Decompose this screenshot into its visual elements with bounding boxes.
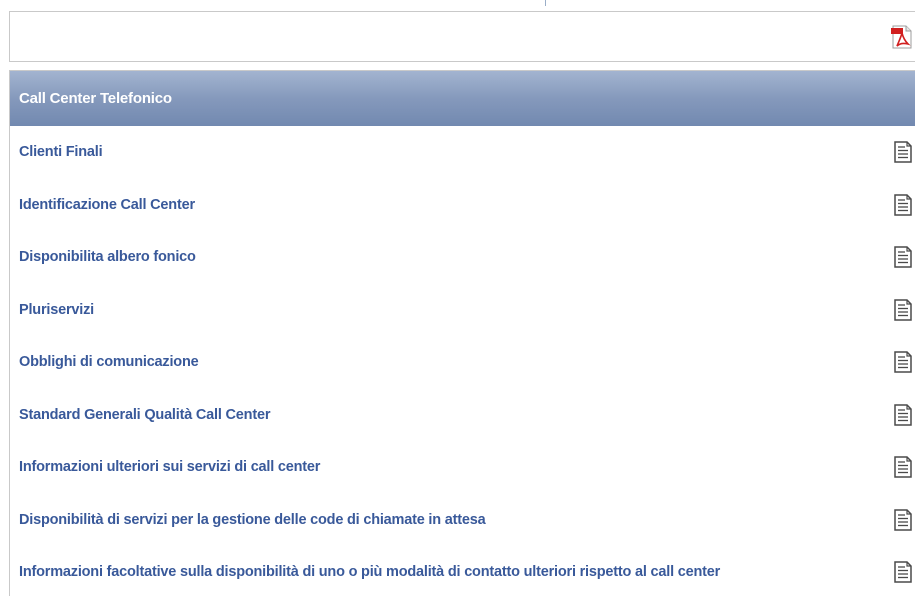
- document-icon[interactable]: [892, 299, 915, 321]
- document-icon[interactable]: [892, 456, 915, 478]
- document-icon[interactable]: [892, 141, 915, 163]
- list-item[interactable]: Disponibilità di servizi per la gestione…: [10, 494, 915, 547]
- pdf-export-bar: [9, 11, 915, 62]
- list-item-label[interactable]: Obblighi di comunicazione: [19, 353, 199, 371]
- document-icon[interactable]: [892, 509, 915, 531]
- list-item[interactable]: Clienti Finali: [10, 126, 915, 179]
- list-item-label[interactable]: Clienti Finali: [19, 143, 103, 161]
- list-item-label[interactable]: Pluriservizi: [19, 301, 94, 319]
- document-icon[interactable]: [892, 561, 915, 583]
- list-item[interactable]: Disponibilita albero fonico: [10, 231, 915, 284]
- call-center-panel: Call Center Telefonico Clienti Finali Id…: [9, 70, 915, 596]
- list-item-label[interactable]: Standard Generali Qualità Call Center: [19, 406, 270, 424]
- list-item-label[interactable]: Informazioni ulteriori sui servizi di ca…: [19, 458, 320, 476]
- page: Call Center Telefonico Clienti Finali Id…: [0, 0, 915, 596]
- document-icon[interactable]: [892, 404, 915, 426]
- list-item-label[interactable]: Informazioni facoltative sulla disponibi…: [19, 563, 720, 581]
- document-icon[interactable]: [892, 246, 915, 268]
- list-item[interactable]: Standard Generali Qualità Call Center: [10, 389, 915, 442]
- item-list: Clienti Finali Identificazione Call Cent…: [10, 126, 915, 596]
- section-header: Call Center Telefonico: [10, 71, 915, 126]
- list-item[interactable]: Informazioni facoltative sulla disponibi…: [10, 546, 915, 596]
- list-item-label[interactable]: Identificazione Call Center: [19, 196, 195, 214]
- list-item[interactable]: Obblighi di comunicazione: [10, 336, 915, 389]
- pdf-icon[interactable]: [890, 25, 914, 49]
- divider: [545, 0, 546, 6]
- list-item[interactable]: Pluriservizi: [10, 284, 915, 337]
- list-item[interactable]: Informazioni ulteriori sui servizi di ca…: [10, 441, 915, 494]
- list-item-label[interactable]: Disponibilità di servizi per la gestione…: [19, 511, 486, 529]
- list-item[interactable]: Identificazione Call Center: [10, 179, 915, 232]
- list-item-label[interactable]: Disponibilita albero fonico: [19, 248, 196, 266]
- document-icon[interactable]: [892, 194, 915, 216]
- document-icon[interactable]: [892, 351, 915, 373]
